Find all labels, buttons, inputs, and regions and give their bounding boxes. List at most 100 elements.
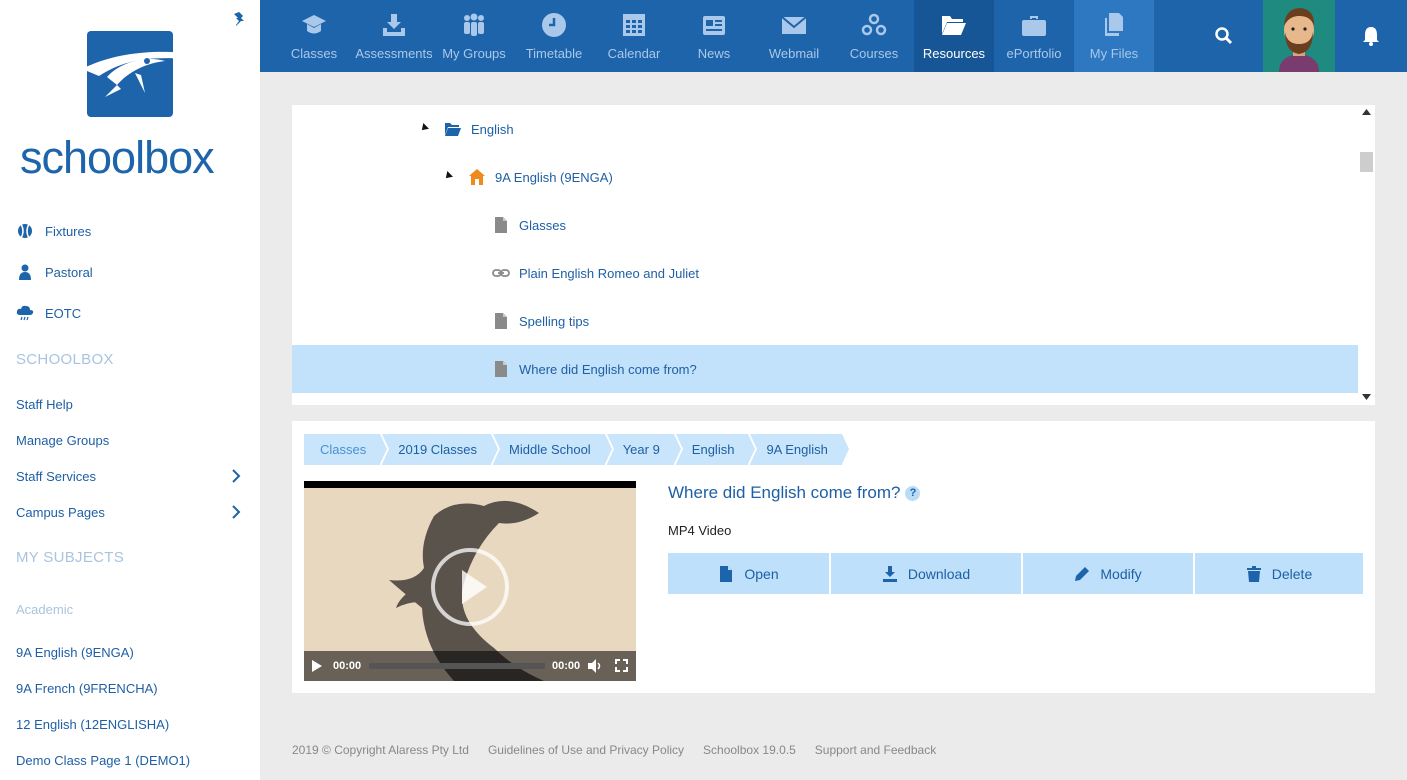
resource-tree: English 9A English (9ENGA) Glasses Plain…: [292, 105, 1375, 405]
cloud-icon: [16, 304, 34, 322]
nav-calendar[interactable]: Calendar: [594, 0, 674, 72]
tree-row-label: 9A English (9ENGA): [495, 170, 613, 185]
collapse-triangle-icon[interactable]: [419, 123, 429, 133]
search-icon[interactable]: [1212, 24, 1236, 48]
tree-row-label: Plain English Romeo and Juliet: [519, 266, 699, 281]
nav-webmail[interactable]: Webmail: [754, 0, 834, 72]
sidebar-link-staff-help[interactable]: Staff Help: [16, 397, 73, 412]
tree-row-glasses[interactable]: Glasses: [292, 201, 1358, 249]
nav-my-files[interactable]: My Files: [1074, 0, 1154, 72]
home-icon: [469, 169, 485, 185]
sidebar-link-campus-pages[interactable]: Campus Pages: [16, 505, 105, 520]
help-icon[interactable]: ?: [905, 485, 921, 501]
sidebar-link-manage-groups[interactable]: Manage Groups: [16, 433, 109, 448]
nav-timetable[interactable]: Timetable: [514, 0, 594, 72]
folder-open-icon: [942, 16, 966, 35]
nav-assessments[interactable]: Assessments: [354, 0, 434, 72]
sidebar-item-label: Fixtures: [45, 223, 92, 239]
nav-classes[interactable]: Classes: [274, 0, 354, 72]
version-text: Schoolbox 19.0.5: [703, 743, 796, 757]
bell-icon[interactable]: [1360, 24, 1382, 48]
sidebar-item-pastoral[interactable]: Pastoral: [16, 263, 93, 281]
delete-button[interactable]: Delete: [1195, 553, 1363, 594]
fullscreen-icon[interactable]: [615, 659, 628, 672]
video-duration: 00:00: [552, 660, 581, 672]
sidebar: schoolbox Fixtures Pastoral EOTC SCHOOLB…: [0, 0, 260, 780]
collapse-triangle-icon[interactable]: [443, 171, 453, 181]
breadcrumb-item[interactable]: Classes: [304, 434, 388, 465]
nav-courses[interactable]: Courses: [834, 0, 914, 72]
sidebar-link-staff-services[interactable]: Staff Services: [16, 469, 96, 484]
brand-name: schoolbox: [20, 132, 215, 183]
tree-row-label: Glasses: [519, 218, 566, 233]
video-controls: 00:00 00:00: [304, 651, 636, 681]
breadcrumb-item[interactable]: Middle School: [493, 434, 612, 465]
scroll-down-icon[interactable]: [1362, 394, 1371, 400]
sidebar-item-label: Pastoral: [45, 264, 93, 280]
person-icon: [16, 263, 34, 281]
breadcrumb-item[interactable]: 2019 Classes: [382, 434, 498, 465]
top-navigation: Classes Assessments My Groups Timetable …: [260, 0, 1407, 72]
fixtures-icon: [16, 222, 34, 240]
play-icon[interactable]: [312, 660, 322, 672]
file-icon: [495, 361, 507, 377]
breadcrumb-item[interactable]: 9A English: [750, 434, 850, 465]
subject-link[interactable]: 12 English (12ENGLISHA): [16, 717, 169, 732]
video-player[interactable]: 00:00 00:00: [304, 481, 636, 681]
nav-my-groups[interactable]: My Groups: [434, 0, 514, 72]
graduation-cap-icon: [302, 15, 326, 34]
nav-eportfolio[interactable]: ePortfolio: [994, 0, 1074, 72]
download-tray-icon: [383, 14, 405, 36]
video-current-time: 00:00: [333, 660, 362, 672]
copyright-text: 2019 © Copyright Alaress Pty Ltd: [292, 743, 469, 757]
news-icon: [703, 16, 725, 35]
sidebar-item-label: EOTC: [45, 305, 82, 321]
resource-type: MP4 Video: [668, 523, 732, 538]
play-overlay-button[interactable]: [431, 548, 509, 626]
pencil-icon: [1075, 566, 1090, 581]
tree-row-spelling-tips[interactable]: Spelling tips: [292, 297, 1358, 345]
volume-icon[interactable]: [588, 659, 603, 673]
tree-row-label: English: [471, 122, 514, 137]
file-icon: [495, 217, 507, 233]
tree-row-english[interactable]: English: [292, 105, 1358, 153]
file-icon: [720, 565, 733, 582]
tree-row-romeo-juliet[interactable]: Plain English Romeo and Juliet: [292, 249, 1358, 297]
resource-title: Where did English come from? ?: [668, 483, 921, 503]
nav-resources[interactable]: Resources: [914, 0, 994, 72]
download-button[interactable]: Download: [831, 553, 1023, 594]
schoolbox-heading: SCHOOLBOX: [16, 351, 114, 368]
footer: 2019 © Copyright Alaress Pty Ltd Guideli…: [292, 743, 955, 757]
tree-row-9a-english[interactable]: 9A English (9ENGA): [292, 153, 1358, 201]
file-icon: [495, 313, 507, 329]
subject-link[interactable]: 9A French (9FRENCHA): [16, 681, 158, 696]
open-button[interactable]: Open: [668, 553, 831, 594]
tree-row-where-did-english[interactable]: Where did English come from?: [292, 345, 1358, 393]
subject-link[interactable]: 9A English (9ENGA): [16, 645, 134, 660]
video-progress-bar[interactable]: [369, 663, 545, 669]
pin-icon[interactable]: [230, 10, 250, 30]
chevron-right-icon[interactable]: [230, 469, 242, 483]
nav-news[interactable]: News: [674, 0, 754, 72]
tree-row-label: Spelling tips: [519, 314, 590, 329]
guidelines-link[interactable]: Guidelines of Use and Privacy Policy: [488, 743, 684, 757]
sidebar-item-fixtures[interactable]: Fixtures: [16, 222, 91, 240]
subject-link[interactable]: Demo Class Page 1 (DEMO1): [16, 753, 190, 768]
tree-row-label: Where did English come from?: [519, 362, 697, 377]
files-icon: [1105, 13, 1123, 36]
trash-icon: [1246, 565, 1261, 582]
modify-button[interactable]: Modify: [1023, 553, 1195, 594]
support-link[interactable]: Support and Feedback: [815, 743, 936, 757]
avatar[interactable]: [1263, 0, 1335, 72]
breadcrumb-item[interactable]: Year 9: [606, 434, 681, 465]
tree-scrollbar[interactable]: [1358, 105, 1375, 405]
schoolbox-logo[interactable]: [87, 31, 173, 117]
sidebar-item-eotc[interactable]: EOTC: [16, 304, 81, 322]
breadcrumb-item[interactable]: English: [675, 434, 756, 465]
envelope-icon: [781, 16, 807, 34]
scrollbar-thumb[interactable]: [1360, 152, 1373, 172]
scroll-up-icon[interactable]: [1362, 109, 1371, 115]
resource-detail: Classes 2019 Classes Middle School Year …: [292, 421, 1375, 693]
group-icon: [464, 13, 484, 36]
chevron-right-icon[interactable]: [230, 505, 242, 519]
